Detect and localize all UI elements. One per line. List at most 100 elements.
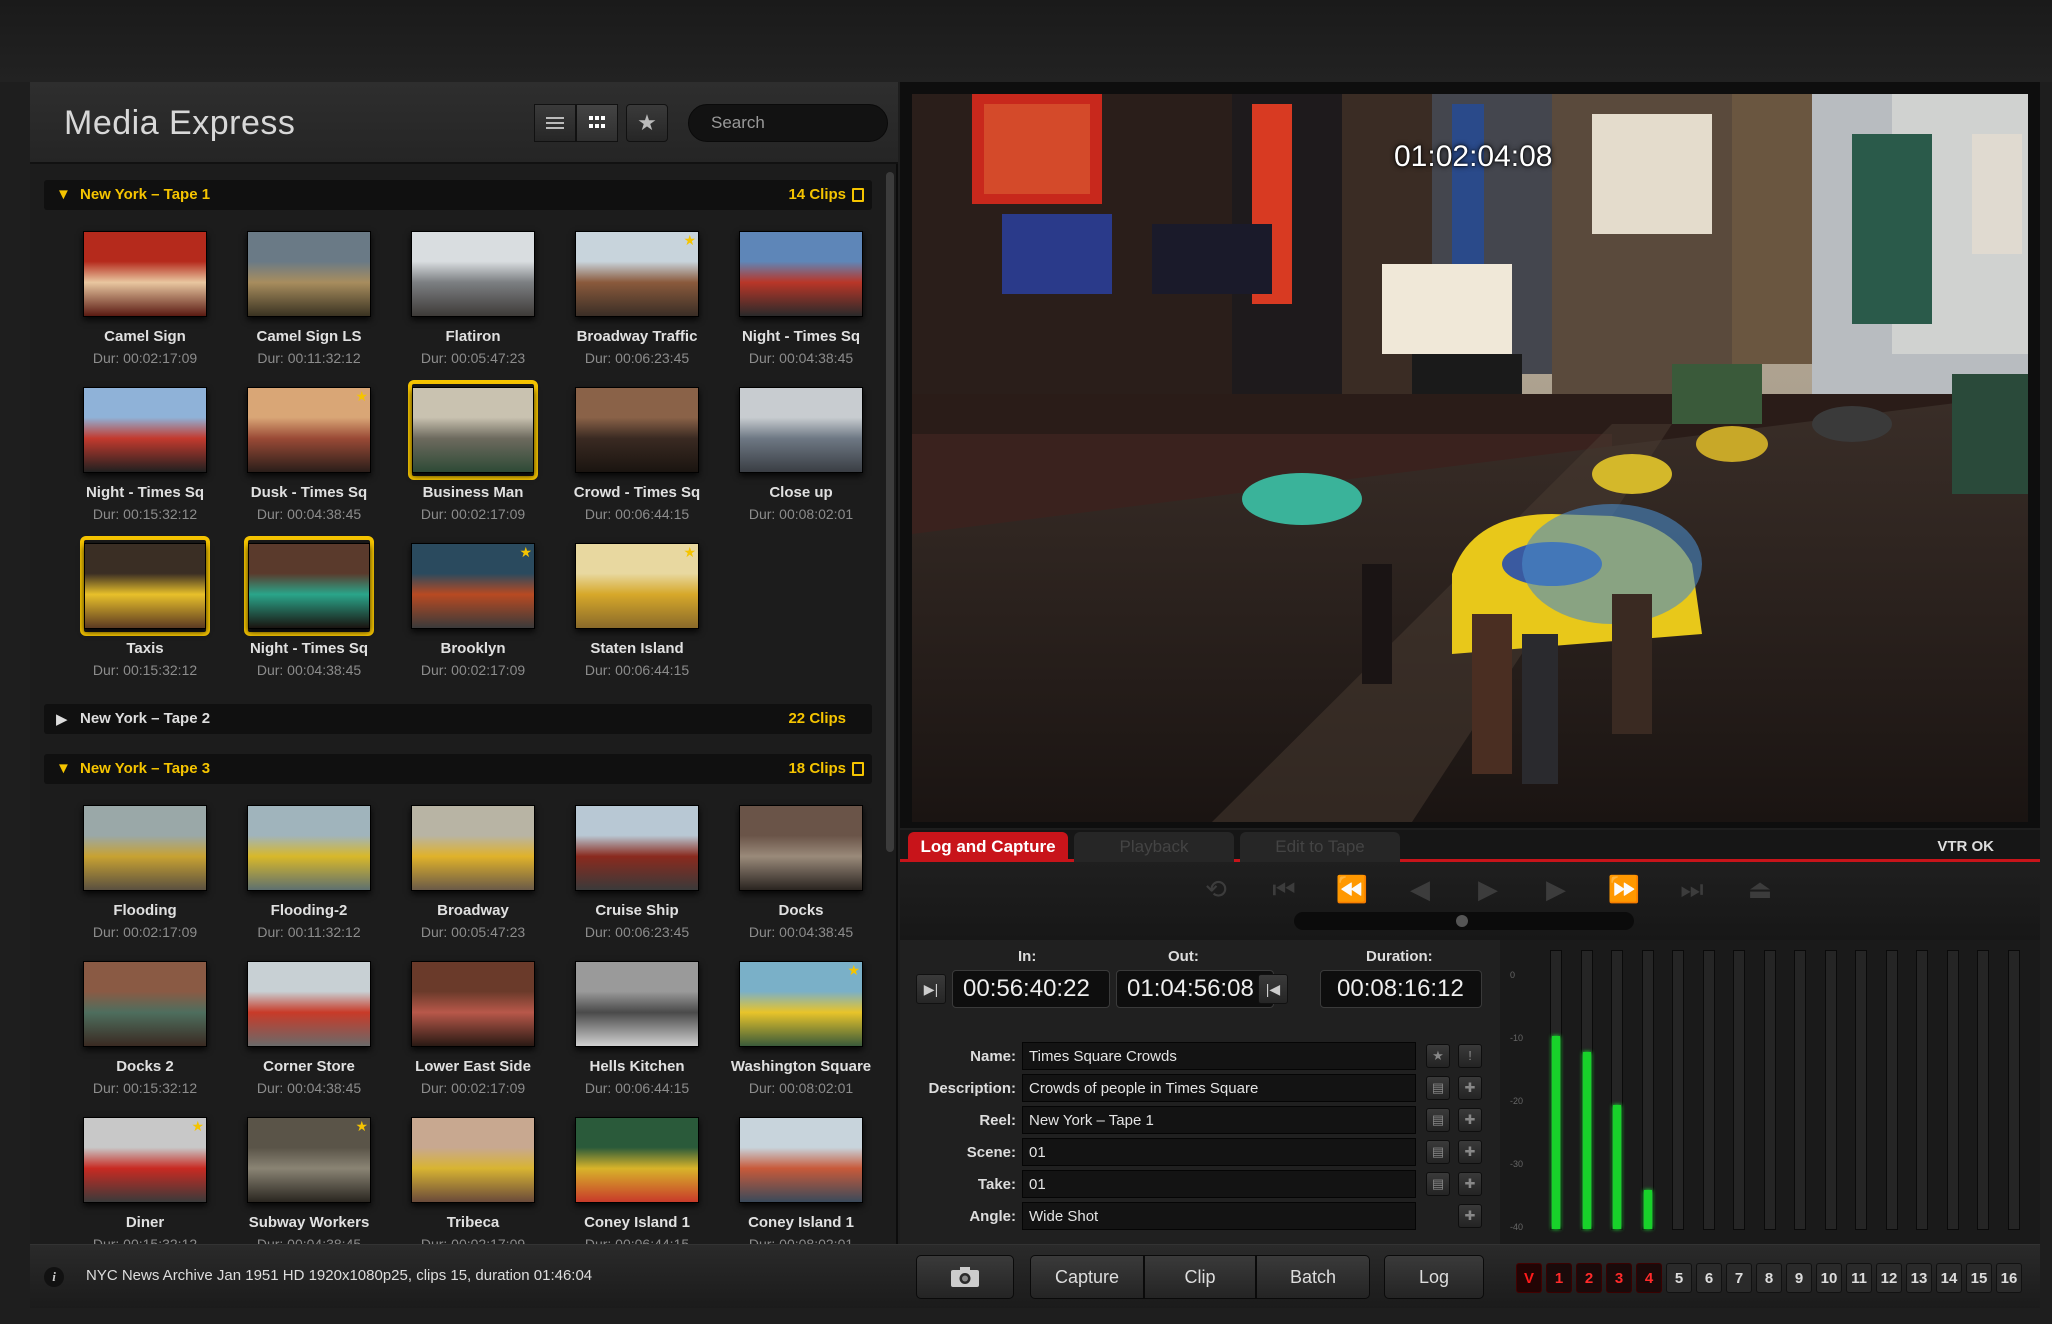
clip-thumbnail[interactable] — [739, 387, 863, 473]
clip-thumbnail[interactable] — [412, 387, 534, 473]
alert-button[interactable]: ! — [1458, 1044, 1482, 1068]
step-back-button[interactable]: ◀ — [1390, 872, 1450, 906]
clip-item[interactable]: Flooding-2 Dur: 00:11:32:12 — [234, 798, 384, 948]
clip-button[interactable]: Clip — [1144, 1255, 1256, 1299]
clip-item[interactable]: ★ Dusk - Times Sq Dur: 00:04:38:45 — [234, 380, 384, 530]
clip-thumbnail[interactable]: ★ — [575, 231, 699, 317]
list-view-button[interactable] — [534, 104, 576, 142]
clip-thumbnail-frame[interactable] — [80, 954, 210, 1054]
clip-item[interactable]: Taxis Dur: 00:15:32:12 — [70, 536, 220, 686]
clip-thumbnail-frame[interactable] — [244, 224, 374, 324]
out-timecode[interactable]: 01:04:56:08 — [1116, 970, 1274, 1008]
clip-thumbnail[interactable] — [83, 387, 207, 473]
triangle-right-icon[interactable]: ▶ — [56, 710, 68, 728]
favorite-button[interactable]: ★ — [1426, 1044, 1450, 1068]
channel-audio-toggle[interactable]: 11 — [1846, 1263, 1872, 1293]
triangle-down-icon[interactable]: ▼ — [56, 760, 71, 777]
list-button[interactable]: ▤ — [1426, 1140, 1450, 1164]
clip-thumbnail[interactable]: ★ — [83, 1117, 207, 1203]
clip-thumbnail-frame[interactable] — [736, 380, 866, 480]
clip-thumbnail-frame[interactable] — [572, 380, 702, 480]
clip-thumbnail-frame[interactable] — [80, 798, 210, 898]
clip-item[interactable]: ★ Brooklyn Dur: 00:02:17:09 — [398, 536, 548, 686]
clip-thumbnail-frame[interactable] — [408, 954, 538, 1054]
channel-audio-toggle[interactable]: 15 — [1966, 1263, 1992, 1293]
clip-thumbnail-frame[interactable] — [408, 380, 538, 480]
increment-button[interactable]: ✚ — [1458, 1108, 1482, 1132]
list-button[interactable]: ▤ — [1426, 1108, 1450, 1132]
clip-thumbnail-frame[interactable] — [408, 798, 538, 898]
increment-button[interactable]: ✚ — [1458, 1172, 1482, 1196]
clip-item[interactable]: Flooding Dur: 00:02:17:09 — [70, 798, 220, 948]
clip-thumbnail[interactable] — [739, 805, 863, 891]
channel-audio-toggle[interactable]: 16 — [1996, 1263, 2022, 1293]
clip-thumbnail-frame[interactable]: ★ — [80, 1110, 210, 1210]
channel-audio-toggle[interactable]: 14 — [1936, 1263, 1962, 1293]
field-input[interactable] — [1022, 1170, 1416, 1198]
channel-audio-toggle[interactable]: 2 — [1576, 1263, 1602, 1293]
field-input[interactable] — [1022, 1138, 1416, 1166]
channel-audio-toggle[interactable]: 7 — [1726, 1263, 1752, 1293]
bin-notes-icon[interactable] — [852, 188, 864, 202]
clip-thumbnail[interactable] — [247, 961, 371, 1047]
channel-audio-toggle[interactable]: 3 — [1606, 1263, 1632, 1293]
favorites-filter-button[interactable]: ★ — [626, 104, 668, 142]
clip-thumbnail-frame[interactable] — [572, 954, 702, 1054]
clip-thumbnail[interactable]: ★ — [411, 543, 535, 629]
clip-thumbnail[interactable] — [247, 805, 371, 891]
increment-button[interactable]: ✚ — [1458, 1204, 1482, 1228]
clip-item[interactable]: Corner Store Dur: 00:04:38:45 — [234, 954, 384, 1104]
capture-button[interactable]: Capture — [1030, 1255, 1144, 1299]
clip-thumbnail[interactable] — [247, 231, 371, 317]
clip-thumbnail[interactable] — [411, 231, 535, 317]
tab-edit-to-tape[interactable]: Edit to Tape — [1240, 832, 1400, 862]
channel-audio-toggle[interactable]: 12 — [1876, 1263, 1902, 1293]
increment-button[interactable]: ✚ — [1458, 1076, 1482, 1100]
bin-notes-icon[interactable] — [852, 762, 864, 776]
clip-thumbnail[interactable]: ★ — [247, 1117, 371, 1203]
clip-thumbnail-frame[interactable]: ★ — [572, 536, 702, 636]
step-forward-button[interactable]: ▶ — [1526, 872, 1586, 906]
clip-thumbnail-frame[interactable] — [736, 224, 866, 324]
clip-item[interactable]: Broadway Dur: 00:05:47:23 — [398, 798, 548, 948]
channel-audio-toggle[interactable]: 5 — [1666, 1263, 1692, 1293]
clip-item[interactable]: Coney Island 1 Dur: 00:08:02:01 — [726, 1110, 876, 1244]
bin-header[interactable]: ▼ New York – Tape 1 14 Clips — [44, 180, 872, 210]
loop-button[interactable]: ⟲ — [1186, 872, 1246, 906]
clip-thumbnail-frame[interactable] — [408, 1110, 538, 1210]
clip-thumbnail-frame[interactable]: ★ — [244, 380, 374, 480]
clip-thumbnail[interactable]: ★ — [575, 543, 699, 629]
clip-thumbnail-frame[interactable] — [572, 798, 702, 898]
list-button[interactable]: ▤ — [1426, 1172, 1450, 1196]
clip-thumbnail-frame[interactable] — [408, 224, 538, 324]
grab-still-button[interactable] — [916, 1255, 1014, 1299]
triangle-down-icon[interactable]: ▼ — [56, 186, 71, 203]
clip-item[interactable]: Camel Sign LS Dur: 00:11:32:12 — [234, 224, 384, 374]
clip-thumbnail[interactable] — [83, 805, 207, 891]
clip-thumbnail-frame[interactable] — [736, 1110, 866, 1210]
bin-header[interactable]: ▶ New York – Tape 2 22 Clips — [44, 704, 872, 734]
clip-item[interactable]: ★ Washington Square Dur: 00:08:02:01 — [726, 954, 876, 1104]
clip-thumbnail-frame[interactable] — [80, 380, 210, 480]
field-input[interactable] — [1022, 1202, 1416, 1230]
clip-thumbnail[interactable] — [575, 1117, 699, 1203]
clip-item[interactable]: Night - Times Sq Dur: 00:04:38:45 — [234, 536, 384, 686]
channel-audio-toggle[interactable]: 8 — [1756, 1263, 1782, 1293]
clip-item[interactable]: Flatiron Dur: 00:05:47:23 — [398, 224, 548, 374]
clip-item[interactable]: Docks Dur: 00:04:38:45 — [726, 798, 876, 948]
clip-thumbnail-frame[interactable] — [244, 536, 374, 636]
clip-item[interactable]: Tribeca Dur: 00:02:17:09 — [398, 1110, 548, 1244]
play-button[interactable]: ▶ — [1458, 872, 1518, 906]
clip-thumbnail-frame[interactable] — [736, 798, 866, 898]
jog-shuttle-slider[interactable] — [1294, 912, 1634, 930]
clip-item[interactable]: Coney Island 1 Dur: 00:06:44:15 — [562, 1110, 712, 1244]
clip-item[interactable]: ★ Subway Workers Dur: 00:04:38:45 — [234, 1110, 384, 1244]
channel-audio-toggle[interactable]: 4 — [1636, 1263, 1662, 1293]
channel-audio-toggle[interactable]: 1 — [1546, 1263, 1572, 1293]
field-input[interactable] — [1022, 1106, 1416, 1134]
clip-item[interactable]: Cruise Ship Dur: 00:06:23:45 — [562, 798, 712, 948]
go-to-start-button[interactable]: ⏮ — [1254, 872, 1314, 906]
thumbnail-view-button[interactable] — [576, 104, 618, 142]
clip-thumbnail[interactable] — [575, 387, 699, 473]
clip-thumbnail[interactable] — [84, 543, 206, 629]
